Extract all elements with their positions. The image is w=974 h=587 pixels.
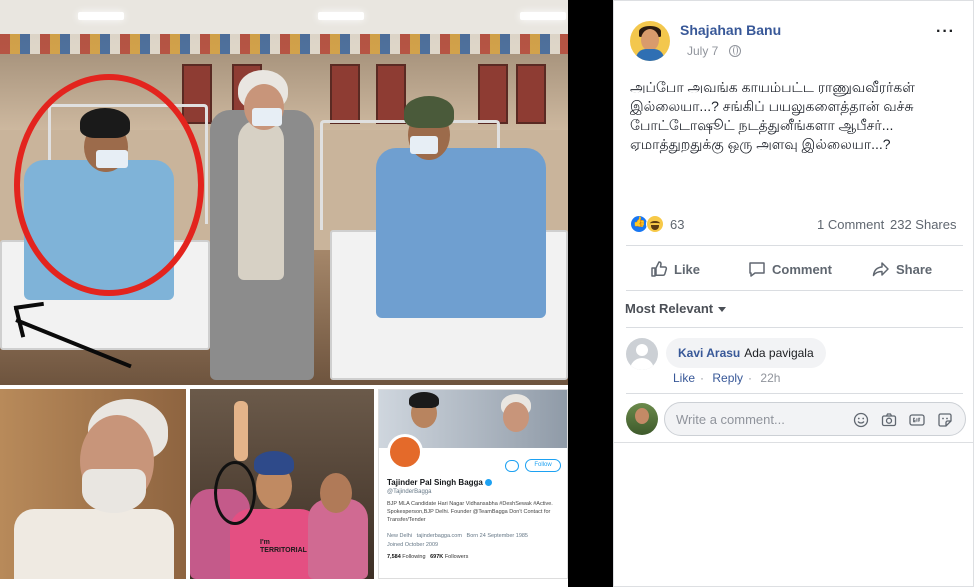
post-photo[interactable]: I'm TERRITORIAL Follow Tajinder Pal Sing… bbox=[0, 0, 568, 587]
divider bbox=[626, 245, 963, 246]
divider bbox=[626, 290, 963, 291]
comment-reply-link[interactable]: Reply bbox=[712, 371, 743, 385]
twitter-name: Tajinder Pal Singh Bagga bbox=[387, 478, 492, 487]
shirt-text: I'm TERRITORIAL bbox=[260, 539, 307, 554]
twitter-stats: 7,584 Following 697K Followers bbox=[387, 554, 469, 560]
comment-sort-dropdown[interactable]: Most Relevant bbox=[625, 301, 727, 316]
black-circle-annotation bbox=[214, 461, 256, 525]
like-label: Like bbox=[674, 261, 701, 277]
twitter-handle: @TajinderBagga bbox=[387, 489, 432, 495]
comment-text: Ada pavigala bbox=[744, 346, 814, 360]
share-icon bbox=[872, 262, 889, 277]
comment-author[interactable]: Kavi Arasu bbox=[678, 346, 740, 360]
divider bbox=[626, 327, 963, 328]
red-circle-annotation bbox=[14, 74, 204, 296]
comment-like-link[interactable]: Like bbox=[673, 371, 695, 385]
twitter-bio: BJP MLA Candidate Hari Nagar Vidhansabha… bbox=[387, 501, 553, 523]
patient-right bbox=[376, 148, 546, 318]
gif-icon[interactable] bbox=[909, 412, 925, 428]
author-avatar[interactable] bbox=[630, 21, 670, 61]
camera-icon[interactable] bbox=[881, 412, 897, 428]
hospital-ward-photo bbox=[0, 0, 568, 385]
comment-bubble: Kavi Arasu Ada pavigala bbox=[666, 338, 826, 368]
like-button[interactable]: Like bbox=[650, 257, 700, 281]
bottom-collage: I'm TERRITORIAL Follow Tajinder Pal Sing… bbox=[0, 385, 568, 587]
comment-input[interactable]: Write a comment... bbox=[664, 402, 966, 436]
mail-icon bbox=[505, 460, 519, 472]
twitter-follow-button: Follow bbox=[525, 459, 561, 472]
comment-button[interactable]: Comment bbox=[748, 257, 832, 281]
caret-down-icon bbox=[718, 307, 727, 313]
comment-label: Comment bbox=[772, 261, 832, 277]
facebook-post-card: Shajahan Banu July 7 ··· அப்போ அவங்க காய… bbox=[613, 0, 974, 443]
comment-time[interactable]: 22h bbox=[760, 371, 780, 385]
more-icon[interactable]: ··· bbox=[936, 23, 955, 41]
twitter-avatar bbox=[387, 434, 423, 470]
share-label: Share bbox=[896, 261, 933, 277]
post-text: அப்போ அவங்க காயம்பட்ட ராணுவவீரர்கள் இல்ல… bbox=[630, 79, 915, 152]
commenter-avatar[interactable] bbox=[626, 338, 658, 370]
globe-icon bbox=[729, 45, 741, 57]
comment-icon bbox=[749, 262, 765, 277]
comment-input-placeholder: Write a comment... bbox=[676, 412, 785, 427]
twitter-profile-screenshot: Follow Tajinder Pal Singh Bagga @Tajinde… bbox=[378, 389, 568, 579]
post-date[interactable]: July 7 bbox=[687, 44, 718, 58]
smile-icon[interactable] bbox=[853, 412, 869, 428]
selfie-photo: I'm TERRITORIAL bbox=[190, 389, 374, 579]
screen: I'm TERRITORIAL Follow Tajinder Pal Sing… bbox=[0, 0, 974, 587]
author-name[interactable]: Shajahan Banu bbox=[680, 22, 781, 38]
comment-actions: Like · Reply · 22h bbox=[673, 371, 781, 385]
viewer-avatar bbox=[626, 403, 658, 435]
portrait-photo bbox=[0, 389, 186, 579]
haha-reaction-icon bbox=[646, 215, 664, 233]
feed-blank-area bbox=[613, 443, 974, 587]
like-icon bbox=[651, 261, 668, 277]
comment-count[interactable]: 1 Comment bbox=[817, 217, 884, 232]
divider bbox=[626, 393, 963, 394]
sticker-icon[interactable] bbox=[937, 412, 953, 428]
verified-icon bbox=[484, 479, 492, 487]
reaction-count: 63 bbox=[670, 217, 685, 232]
share-count[interactable]: 232 Shares bbox=[890, 217, 957, 232]
share-button[interactable]: Share bbox=[872, 257, 932, 281]
twitter-meta: New Delhi tajinderbagga.com Born 24 Sept… bbox=[387, 533, 528, 548]
